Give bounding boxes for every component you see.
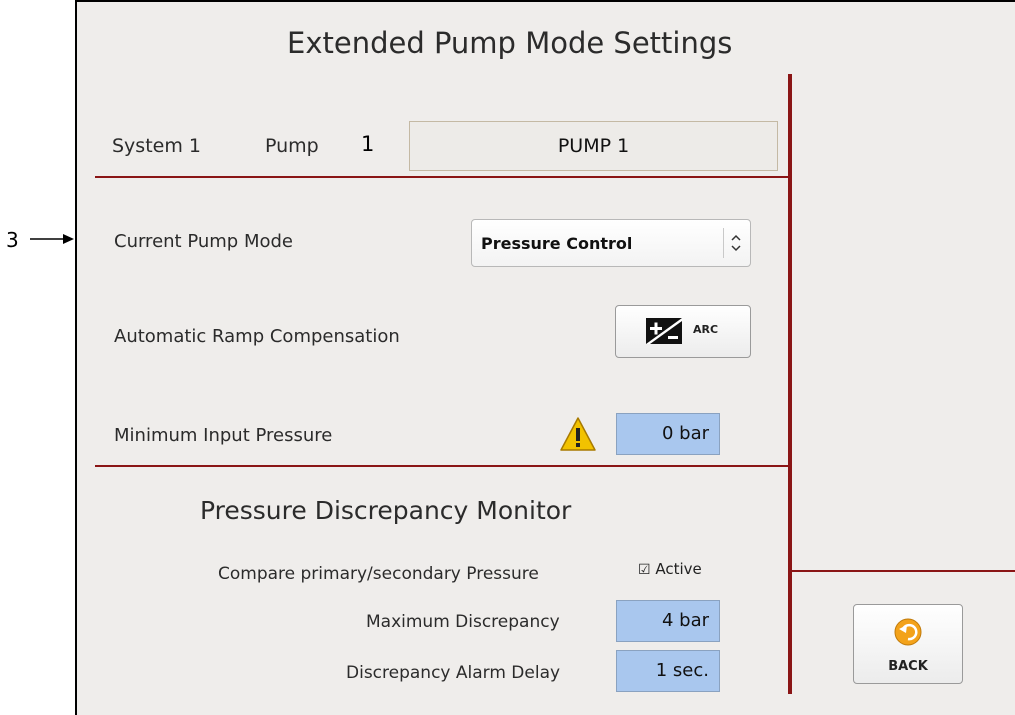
divider-middle (95, 465, 790, 467)
max-discrepancy-label: Maximum Discrepancy (366, 612, 560, 632)
settings-panel: Extended Pump Mode Settings System 1 Pum… (75, 0, 1015, 715)
active-label: Active (655, 560, 702, 578)
active-checkbox[interactable]: ☑ Active (638, 560, 702, 578)
right-arrow-icon (30, 234, 74, 244)
back-button[interactable]: BACK (853, 604, 963, 684)
annotation-number: 3 (6, 228, 19, 252)
warning-icon (560, 417, 596, 451)
arc-label: Automatic Ramp Compensation (114, 326, 400, 347)
pump-name-field[interactable]: PUMP 1 (409, 121, 778, 171)
page-title: Extended Pump Mode Settings (287, 26, 733, 60)
alarm-delay-field[interactable]: 1 sec. (616, 650, 720, 692)
arc-button[interactable]: ARC (615, 305, 751, 358)
max-discrepancy-field[interactable]: 4 bar (616, 600, 720, 642)
pump-mode-value: Pressure Control (481, 234, 633, 253)
back-icon (894, 618, 922, 646)
min-pressure-field[interactable]: 0 bar (616, 413, 720, 455)
system-label: System 1 (112, 135, 201, 157)
discrepancy-section-title: Pressure Discrepancy Monitor (200, 496, 572, 525)
back-button-label: BACK (888, 659, 928, 674)
divider-top (95, 176, 790, 178)
select-separator (723, 228, 724, 258)
divider-right (790, 570, 1015, 572)
alarm-delay-label: Discrepancy Alarm Delay (346, 663, 561, 683)
min-pressure-label: Minimum Input Pressure (114, 425, 333, 446)
pump-mode-select[interactable]: Pressure Control (471, 219, 751, 267)
current-pump-mode-label: Current Pump Mode (114, 231, 293, 252)
pump-number: 1 (361, 132, 375, 156)
vertical-divider (788, 74, 792, 694)
arc-icon (646, 318, 682, 344)
compare-pressure-label: Compare primary/secondary Pressure (218, 564, 539, 584)
arc-button-label: ARC (693, 323, 719, 336)
chevron-updown-icon[interactable] (730, 232, 742, 254)
checkbox-checked-icon[interactable]: ☑ (638, 562, 651, 578)
pump-label: Pump (265, 135, 319, 157)
